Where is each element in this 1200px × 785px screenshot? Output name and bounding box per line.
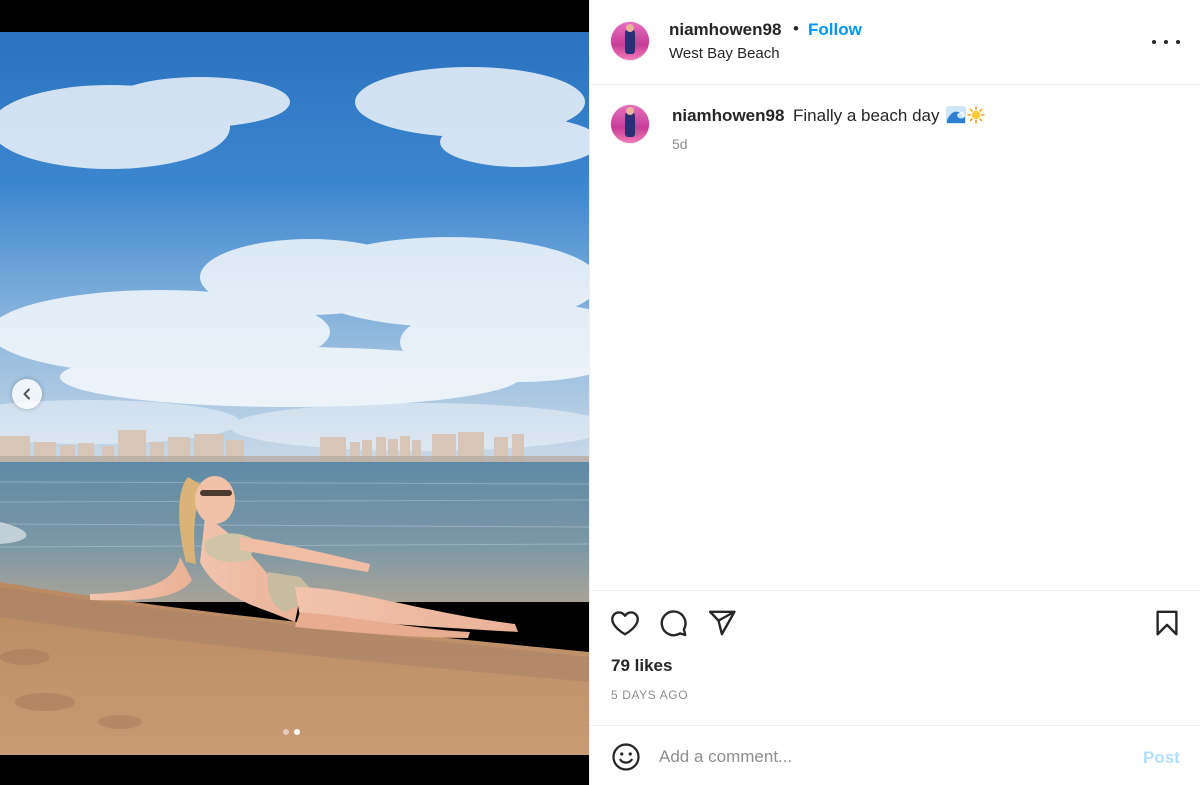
comment-bar: Post — [590, 725, 1200, 785]
paper-plane-icon — [708, 610, 736, 636]
emoji-picker-button[interactable] — [611, 742, 641, 777]
header-separator: • — [793, 19, 799, 38]
carousel-indicator — [283, 729, 300, 735]
header-username[interactable]: niamhowen98 — [669, 20, 781, 40]
sun-emoji-icon — [967, 106, 985, 124]
caption-emoji — [946, 106, 985, 124]
post-details: niamhowen98 • Follow West Bay Beach niam… — [589, 0, 1200, 785]
like-button[interactable] — [610, 608, 640, 643]
smiley-icon — [612, 743, 640, 771]
follow-button[interactable]: Follow — [808, 20, 862, 40]
caption-timestamp[interactable]: 5d — [672, 136, 688, 152]
location-link[interactable]: West Bay Beach — [669, 45, 780, 62]
comment-input[interactable] — [659, 744, 1129, 770]
avatar[interactable] — [611, 22, 649, 60]
post-date[interactable]: 5 DAYS AGO — [611, 688, 688, 702]
more-options-button[interactable] — [1152, 30, 1180, 54]
wave-emoji-icon — [946, 106, 966, 124]
post-media — [0, 0, 589, 785]
post-header: niamhowen98 • Follow West Bay Beach — [590, 0, 1200, 85]
bookmark-icon — [1156, 610, 1178, 636]
more-horizontal-icon — [1152, 40, 1156, 44]
caption-avatar[interactable] — [611, 105, 649, 143]
likes-count[interactable]: 79 likes — [611, 656, 672, 676]
share-button[interactable] — [707, 608, 737, 643]
caption-username[interactable]: niamhowen98 — [672, 106, 784, 126]
post-comment-button[interactable]: Post — [1143, 748, 1180, 768]
comment-button[interactable] — [658, 608, 688, 643]
previous-slide-button[interactable] — [12, 379, 42, 409]
save-button[interactable] — [1152, 608, 1182, 643]
comment-bubble-icon — [660, 610, 687, 637]
carousel-dot-active — [294, 729, 300, 735]
action-bar — [590, 590, 1200, 725]
post-photo — [0, 32, 589, 755]
heart-icon — [611, 611, 639, 636]
caption-text: Finally a beach day — [793, 106, 940, 125]
chevron-left-icon — [23, 388, 30, 400]
carousel-dot — [283, 729, 289, 735]
